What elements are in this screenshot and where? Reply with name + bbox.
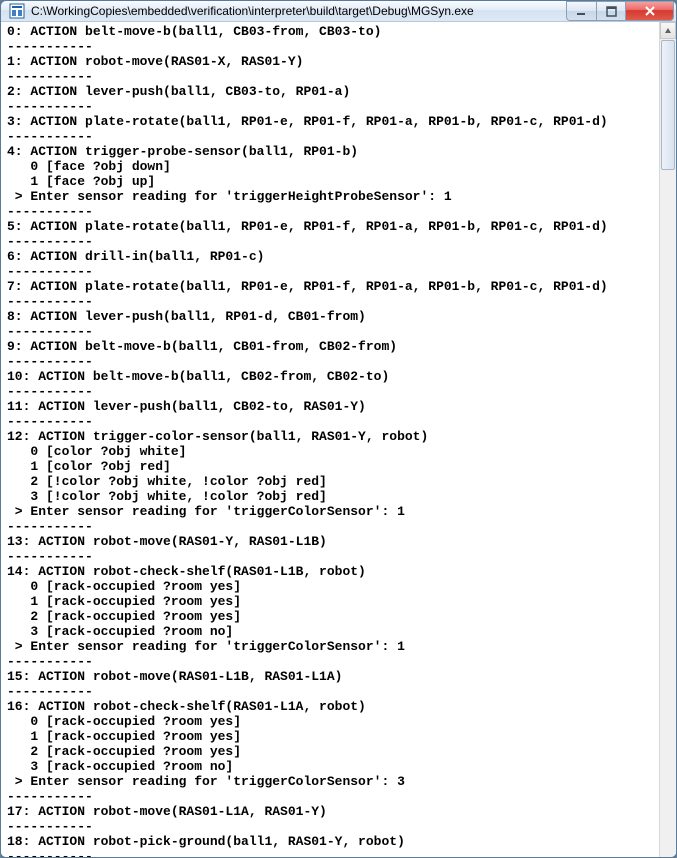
console-output: 0: ACTION belt-move-b(ball1, CB03-from, … (1, 22, 659, 858)
minimize-button[interactable] (566, 1, 596, 21)
scrollbar-thumb[interactable] (661, 40, 675, 170)
close-button[interactable] (626, 1, 674, 21)
titlebar[interactable]: C:\WorkingCopies\embedded\verification\i… (1, 1, 676, 22)
vertical-scrollbar[interactable] (659, 22, 676, 858)
client-area: 0: ACTION belt-move-b(ball1, CB03-from, … (1, 22, 676, 858)
scrollbar-up-button[interactable] (660, 22, 676, 39)
window-title: C:\WorkingCopies\embedded\verification\i… (31, 4, 560, 18)
app-window: C:\WorkingCopies\embedded\verification\i… (0, 0, 677, 858)
window-controls (566, 1, 674, 21)
maximize-button[interactable] (596, 1, 626, 21)
app-icon (9, 3, 25, 19)
